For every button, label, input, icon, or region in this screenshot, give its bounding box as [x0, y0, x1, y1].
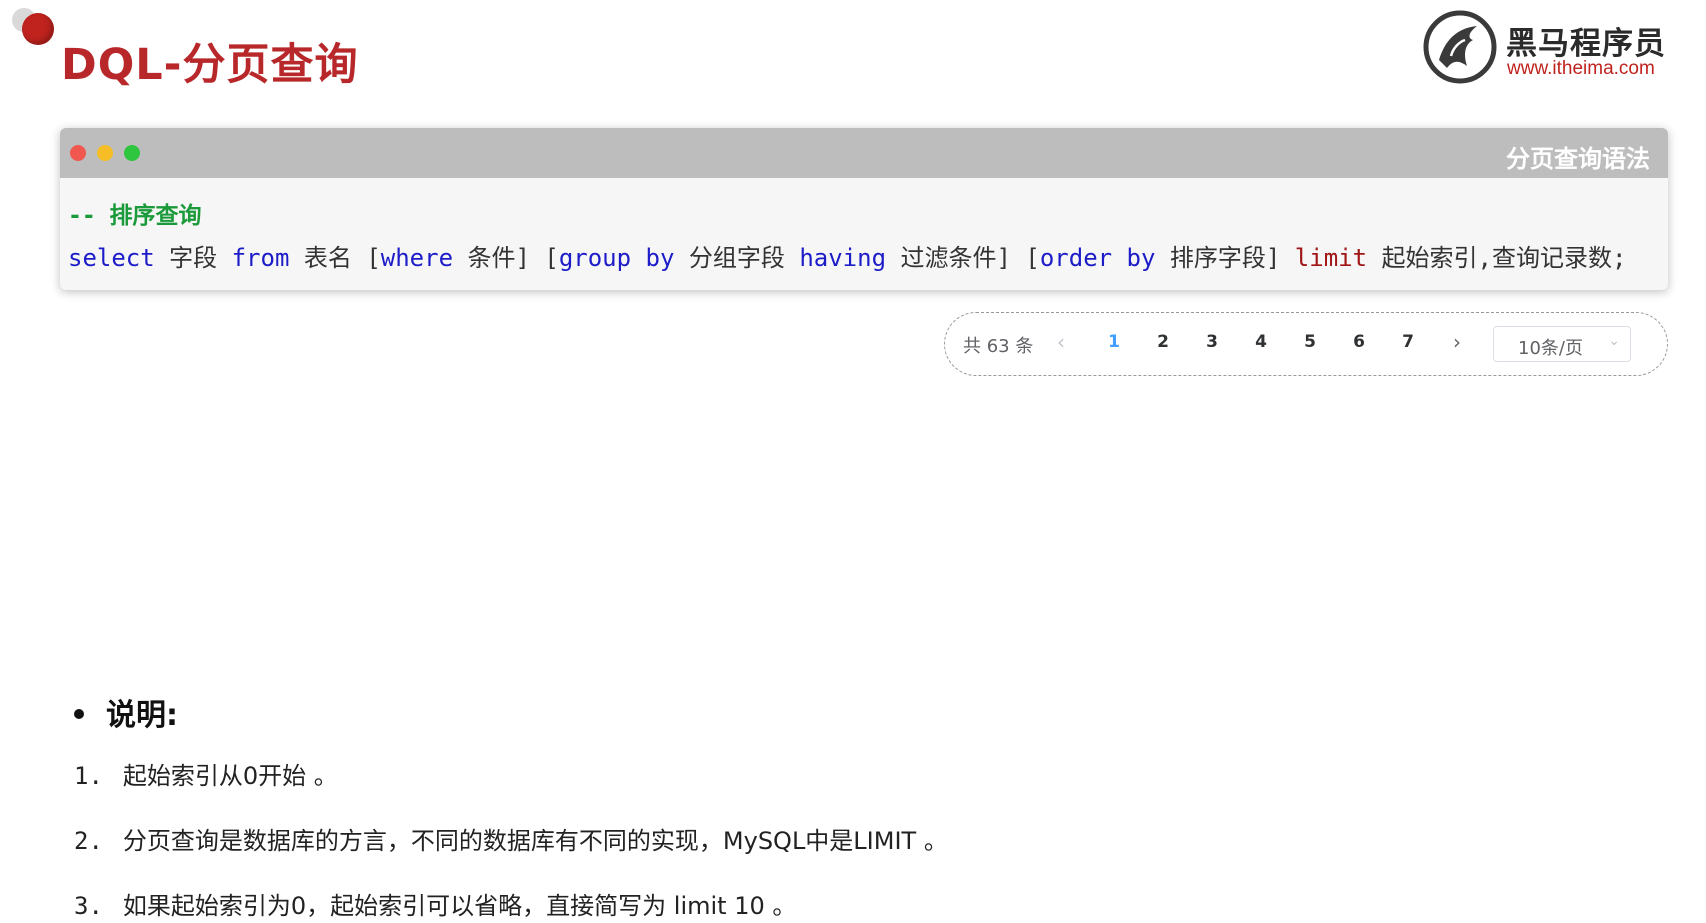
code-window-title: 分页查询语法 — [1506, 145, 1650, 173]
chevron-down-icon: ⌄ — [1608, 333, 1620, 349]
note-item-3: 3. 如果起始索引为0，起始索引可以省略，直接简写为 limit 10 。 — [74, 886, 796, 921]
tok-table: 表名 — [303, 244, 352, 272]
bullet-icon — [74, 708, 84, 719]
brand-logo: 黑马程序员 www.itheima.com — [1423, 8, 1683, 84]
note-text: 如果起始索引为0，起始索引可以省略，直接简写为 limit 10 。 — [122, 892, 797, 920]
brand-name: 黑马程序员 — [1506, 26, 1666, 62]
tok-limit-args: 起始索引,查询记录数; — [1381, 244, 1627, 272]
tok-field: 字段 — [169, 244, 218, 272]
pagination-total: 共 63 条 — [963, 336, 1034, 357]
note-item-1: 1. 起始索引从0开始 。 — [74, 756, 338, 791]
tok-sort-field: 排序字段] — [1169, 244, 1281, 272]
decorative-dot-red — [22, 13, 54, 45]
page-size-value: 10条/页 — [1518, 338, 1583, 359]
note-text: 分页查询是数据库的方言，不同的数据库有不同的实现，MySQL中是LIMIT 。 — [122, 827, 948, 855]
kw-group-by: group by — [558, 244, 675, 272]
kw-select: select — [68, 244, 155, 272]
close-dot-icon — [70, 145, 86, 161]
kw-order-by: order by — [1039, 244, 1156, 272]
page-4[interactable]: 4 — [1246, 332, 1276, 352]
maximize-dot-icon — [124, 145, 140, 161]
kw-having: having — [799, 244, 887, 272]
page-1[interactable]: 1 — [1099, 332, 1129, 352]
page-3[interactable]: 3 — [1197, 332, 1227, 352]
brand-url: www.itheima.com — [1507, 58, 1655, 79]
page-5[interactable]: 5 — [1295, 332, 1325, 352]
note-number: 3. — [74, 892, 103, 920]
notes-heading-text: 说明: — [106, 698, 178, 733]
code-comment: -- 排序查询 — [68, 203, 202, 229]
pagination: 共 63 条 ‹ 1 2 3 4 5 6 7 › 10条/页 ⌄ — [944, 312, 1668, 376]
page-6[interactable]: 6 — [1344, 332, 1374, 352]
chevron-left-icon[interactable]: ‹ — [1057, 330, 1065, 354]
tok-filter: 过滤条件] — [900, 244, 1011, 272]
tok-condition: 条件] — [467, 244, 530, 272]
note-item-2: 2. 分页查询是数据库的方言，不同的数据库有不同的实现，MySQL中是LIMIT … — [74, 821, 948, 856]
note-text: 起始索引从0开始 。 — [122, 762, 338, 790]
page-size-select[interactable]: 10条/页 ⌄ — [1493, 326, 1631, 362]
page-title: DQL-分页查询 — [61, 40, 359, 90]
code-line-syntax: select 字段 from 表名 [where 条件] [group by 分… — [68, 238, 1626, 273]
kw-from: from — [231, 244, 290, 272]
code-window-titlebar: 分页查询语法 — [60, 128, 1668, 178]
tok-bracket: [ — [544, 244, 559, 272]
tok-bracket: [ — [366, 244, 381, 272]
kw-where: where — [380, 244, 454, 272]
minimize-dot-icon — [97, 145, 113, 161]
tok-bracket: [ — [1025, 244, 1040, 272]
chevron-right-icon[interactable]: › — [1453, 330, 1461, 354]
page-2[interactable]: 2 — [1148, 332, 1178, 352]
note-number: 1. — [74, 762, 103, 790]
horse-logo-icon — [1423, 10, 1497, 84]
kw-limit: limit — [1294, 244, 1368, 272]
notes-heading: 说明: — [74, 690, 178, 734]
code-window: 分页查询语法 -- 排序查询 select 字段 from 表名 [where … — [60, 128, 1668, 290]
page-7[interactable]: 7 — [1393, 332, 1423, 352]
tok-group-field: 分组字段 — [688, 244, 785, 272]
note-number: 2. — [74, 827, 103, 855]
